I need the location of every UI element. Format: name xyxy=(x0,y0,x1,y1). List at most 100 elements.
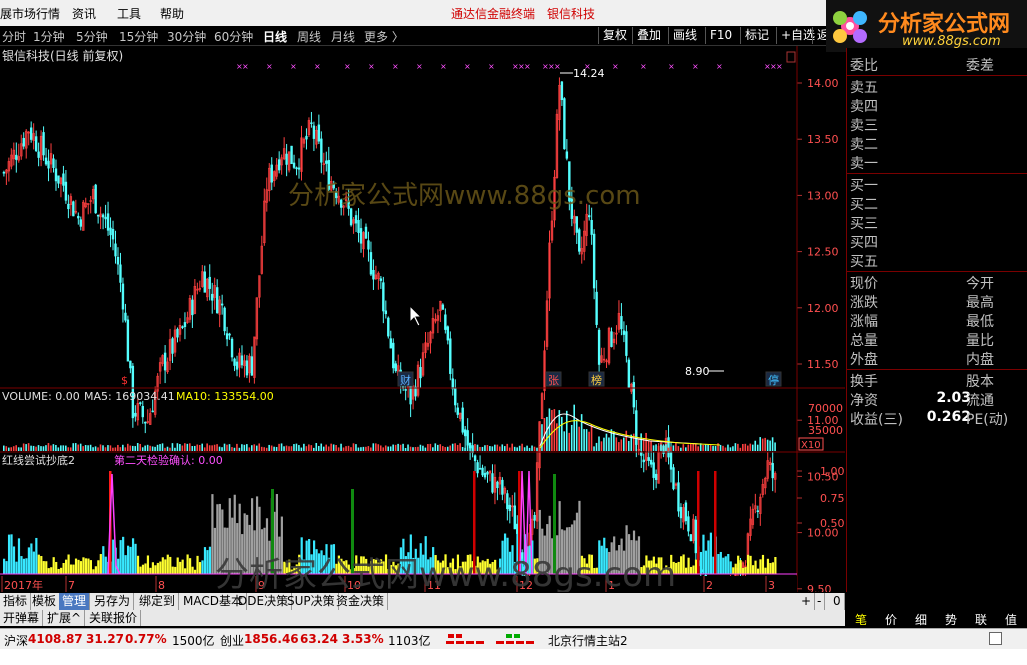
indicator-bar xyxy=(134,543,137,574)
period-4[interactable]: 30分钟 xyxy=(167,28,206,45)
volume-bar xyxy=(260,446,263,451)
volume-bar xyxy=(501,444,504,451)
quote-tab-2[interactable]: 细 xyxy=(906,611,936,628)
quote-stat-0-label: 现价 xyxy=(850,276,878,292)
event-marker-1[interactable]: 财 xyxy=(400,373,411,387)
volume-bar xyxy=(345,446,347,451)
event-marker-0[interactable]: $ xyxy=(121,374,128,387)
period-0[interactable]: 分时 xyxy=(2,28,26,45)
indicator-bar xyxy=(7,534,11,574)
indicator-tab-2[interactable]: 管理 xyxy=(59,593,91,610)
x-tick-label: 8 xyxy=(158,579,165,592)
volume-bar xyxy=(87,445,89,451)
indicator-bar xyxy=(12,546,16,574)
period-3[interactable]: 15分钟 xyxy=(119,28,158,45)
volume-bar xyxy=(580,414,583,451)
market-breadth-icon xyxy=(446,634,534,644)
volume-bar xyxy=(332,444,335,451)
indicator-bar xyxy=(689,566,693,574)
quote-buy-label: 买二 xyxy=(850,197,878,213)
toolbar-button-1[interactable]: 叠加 xyxy=(632,27,665,44)
quote-fund-0: 换手 股本 xyxy=(850,371,1026,390)
volume-bar xyxy=(608,437,610,451)
extension-tab-1[interactable]: 扩展^ xyxy=(44,610,86,626)
volume-bar xyxy=(377,444,380,451)
main-chart-area[interactable]: 银信科技(日线 前复权) 14.00 13.50 13.00 12.50 12.00 11… xyxy=(0,46,845,592)
price-tick-label: 12.50 xyxy=(807,246,839,259)
zoom-button-0[interactable]: + xyxy=(798,593,816,610)
candle-body xyxy=(37,151,40,158)
candle-body xyxy=(15,154,18,160)
volume-bar xyxy=(161,443,164,451)
indicator-tab-1[interactable]: 模板 xyxy=(29,593,61,610)
candle-body xyxy=(357,219,360,233)
volume-bar xyxy=(191,446,194,451)
status-toggle-checkbox[interactable] xyxy=(989,632,1002,645)
indicator-tab-8[interactable]: 资金决策 xyxy=(333,593,389,610)
indicator-tab-3[interactable]: 另存为 xyxy=(91,593,135,610)
volume-bar xyxy=(360,447,362,451)
period-2[interactable]: 5分钟 xyxy=(76,28,108,45)
indicator-tab-4[interactable]: 绑定到 xyxy=(136,593,180,610)
cy-index-amount: 1103亿 xyxy=(388,634,431,648)
volume-bar xyxy=(216,444,218,451)
indicator-bar xyxy=(717,554,720,574)
menu-item-news[interactable]: 资讯 xyxy=(72,5,96,22)
period-1[interactable]: 1分钟 xyxy=(33,28,65,45)
toolbar-button-0[interactable]: 复权 xyxy=(598,27,631,44)
volume-bar xyxy=(640,433,642,451)
panel-toggle-icon[interactable] xyxy=(786,51,796,63)
menu-item-market[interactable]: 展市场行情 xyxy=(0,5,60,22)
volume-bar xyxy=(84,445,87,451)
volume-bar xyxy=(119,447,122,451)
menu-item-tools[interactable]: 工具 xyxy=(117,5,141,22)
event-marker-4[interactable]: 停 xyxy=(768,373,779,387)
quote-tab-0[interactable]: 笔 xyxy=(846,611,876,628)
indicator-tab-7[interactable]: SUP决策 xyxy=(284,593,339,610)
indicator-bar xyxy=(50,567,53,574)
toolbar-button-2[interactable]: 画线 xyxy=(668,27,701,44)
indicator-bar xyxy=(211,494,214,574)
volume-bar xyxy=(320,443,323,451)
volume-bar xyxy=(12,446,15,451)
toolbar-button-4[interactable]: 标记 xyxy=(740,27,773,44)
volume-bar xyxy=(370,447,372,451)
volume-bar xyxy=(551,409,553,451)
candle-body xyxy=(126,319,130,362)
volume-ma5: MA5: 169034.41 xyxy=(84,390,175,403)
period-5[interactable]: 60分钟 xyxy=(214,28,253,45)
zoom-button-2[interactable]: 0 xyxy=(830,593,845,610)
candle-body xyxy=(677,482,680,512)
volume-bar xyxy=(412,447,414,451)
volume-bar xyxy=(518,445,521,451)
quote-tab-3[interactable]: 势 xyxy=(936,611,966,628)
quote-tab-5[interactable]: 值 xyxy=(996,611,1026,628)
extension-tab-0[interactable]: 开弹幕 xyxy=(0,610,44,626)
quote-weibi: 委比 委差 xyxy=(850,55,1026,74)
extension-tab-2[interactable]: 关联报价 xyxy=(86,610,142,626)
toolbar-button-3[interactable]: F10 xyxy=(705,27,736,44)
volume-bar xyxy=(506,443,509,451)
volume-bar xyxy=(402,443,404,451)
period-6[interactable]: 日线 xyxy=(263,28,287,45)
server-name[interactable]: 北京行情主站2 xyxy=(548,632,628,649)
indicator-tick-label: 0.75 xyxy=(820,492,845,505)
period-8[interactable]: 月线 xyxy=(331,28,355,45)
indicator-tab-0[interactable]: 指标 xyxy=(0,593,32,610)
event-marker-2[interactable]: 张 xyxy=(548,374,559,387)
menu-item-help[interactable]: 帮助 xyxy=(160,5,184,22)
volume-bar xyxy=(764,437,766,451)
volume-bar xyxy=(25,444,27,451)
quote-buy-label: 买三 xyxy=(850,216,878,232)
volume-bar xyxy=(74,443,77,451)
volume-bar xyxy=(389,446,392,451)
quote-tab-1[interactable]: 价 xyxy=(876,611,906,628)
candle-body xyxy=(516,523,519,535)
sh-index-name: 沪深 xyxy=(4,634,29,648)
quote-tab-4[interactable]: 联 xyxy=(966,611,996,628)
period-9[interactable]: 更多 〉 xyxy=(364,28,404,45)
volume-bar xyxy=(315,443,318,451)
event-marker-3[interactable]: 榜 xyxy=(591,373,602,387)
period-7[interactable]: 周线 xyxy=(297,28,321,45)
zoom-button-1[interactable]: - xyxy=(814,593,826,610)
